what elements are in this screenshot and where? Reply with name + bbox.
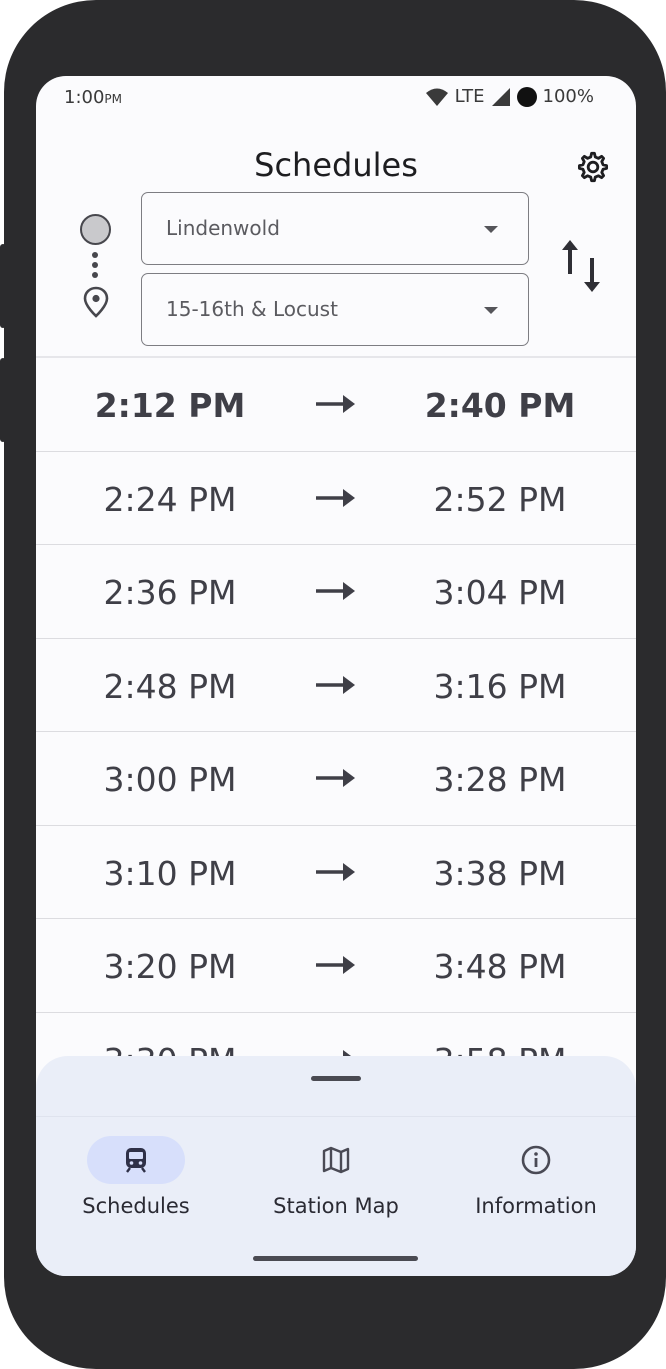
location-pin-icon — [83, 286, 109, 318]
departure-time: 3:00 PM — [103, 760, 237, 799]
table-row[interactable]: 2:48 PM 3:16 PM — [36, 639, 636, 732]
battery-percent: 100% — [542, 86, 594, 107]
table-row[interactable]: 2:24 PM 2:52 PM — [36, 452, 636, 545]
chevron-down-icon — [484, 226, 498, 233]
arrival-time: 3:48 PM — [433, 947, 567, 986]
origin-dot-icon — [80, 214, 111, 245]
power-button — [0, 358, 6, 442]
arrow-right-icon — [316, 769, 355, 787]
nav-pill — [487, 1136, 585, 1184]
arrow-right-icon — [316, 956, 355, 974]
arrival-time: 2:52 PM — [433, 479, 567, 519]
table-row[interactable]: 3:20 PM 3:48 PM — [36, 919, 636, 1013]
departure-time: 2:24 PM — [103, 479, 237, 519]
origin-station-select[interactable]: Lindenwold — [141, 192, 529, 265]
table-row[interactable]: 3:10 PM 3:38 PM — [36, 826, 636, 919]
page-title: Schedules — [254, 146, 418, 184]
table-row[interactable]: 3:00 PM 3:28 PM — [36, 732, 636, 826]
wifi-icon — [425, 88, 448, 106]
bottom-sheet: Schedules Station Map Information — [36, 1056, 636, 1276]
train-icon — [126, 1148, 146, 1173]
network-type: LTE — [454, 86, 485, 107]
table-row[interactable]: 2:12 PM 2:40 PM — [36, 358, 636, 452]
home-indicator[interactable] — [253, 1256, 418, 1261]
nav-item-label: Information — [475, 1194, 597, 1218]
status-time: 1:00PM — [64, 87, 123, 108]
destination-station-select[interactable]: 15-16th & Locust — [141, 273, 529, 346]
app-screen: 1:00PM LTE 100% Schedules Lindenwold 15-… — [36, 76, 636, 1276]
departure-time: 2:48 PM — [103, 666, 237, 706]
swap-direction-icon[interactable] — [560, 236, 604, 296]
arrow-right-icon — [316, 862, 355, 881]
destination-station-value: 15-16th & Locust — [166, 297, 338, 321]
divider — [36, 1116, 636, 1117]
arrival-time: 3:16 PM — [433, 666, 567, 706]
departure-time: 3:20 PM — [103, 947, 237, 986]
arrow-right-icon — [316, 675, 355, 694]
table-row[interactable]: 2:36 PM 3:04 PM — [36, 545, 636, 639]
departure-time: 2:12 PM — [94, 386, 246, 425]
route-dots-icon — [92, 252, 99, 282]
arrival-time: 3:04 PM — [433, 573, 567, 612]
schedule-list: 2:12 PM 2:40 PM 2:24 PM 2:52 PM 2:36 PM 3:04 … — [36, 356, 636, 1106]
chevron-down-icon — [484, 307, 498, 314]
volume-button — [0, 244, 6, 328]
drag-handle[interactable] — [311, 1076, 361, 1081]
nav-item-station-map[interactable]: Station Map — [236, 1136, 436, 1218]
arrow-right-icon — [316, 395, 355, 413]
route-indicator — [80, 214, 112, 318]
departure-time: 2:36 PM — [103, 573, 237, 612]
cellular-signal-icon — [491, 87, 510, 106]
arrival-time: 3:28 PM — [433, 760, 567, 799]
nav-pill — [287, 1136, 385, 1184]
nav-item-information[interactable]: Information — [436, 1136, 636, 1218]
origin-station-value: Lindenwold — [166, 216, 280, 240]
gear-icon[interactable] — [576, 150, 610, 184]
status-bar: 1:00PM LTE 100% — [36, 76, 636, 118]
nav-item-schedules[interactable]: Schedules — [36, 1136, 236, 1218]
info-icon — [521, 1145, 551, 1175]
battery-icon — [516, 86, 537, 107]
departure-time: 3:10 PM — [103, 853, 237, 893]
nav-item-label: Schedules — [82, 1194, 190, 1218]
map-icon — [322, 1146, 350, 1174]
arrival-time: 3:38 PM — [433, 853, 567, 893]
arrow-right-icon — [316, 582, 355, 600]
nav-pill — [87, 1136, 185, 1184]
status-icons: LTE 100% — [425, 86, 594, 107]
nav-item-label: Station Map — [273, 1194, 399, 1218]
arrival-time: 2:40 PM — [424, 386, 576, 425]
arrow-right-icon — [316, 488, 355, 507]
